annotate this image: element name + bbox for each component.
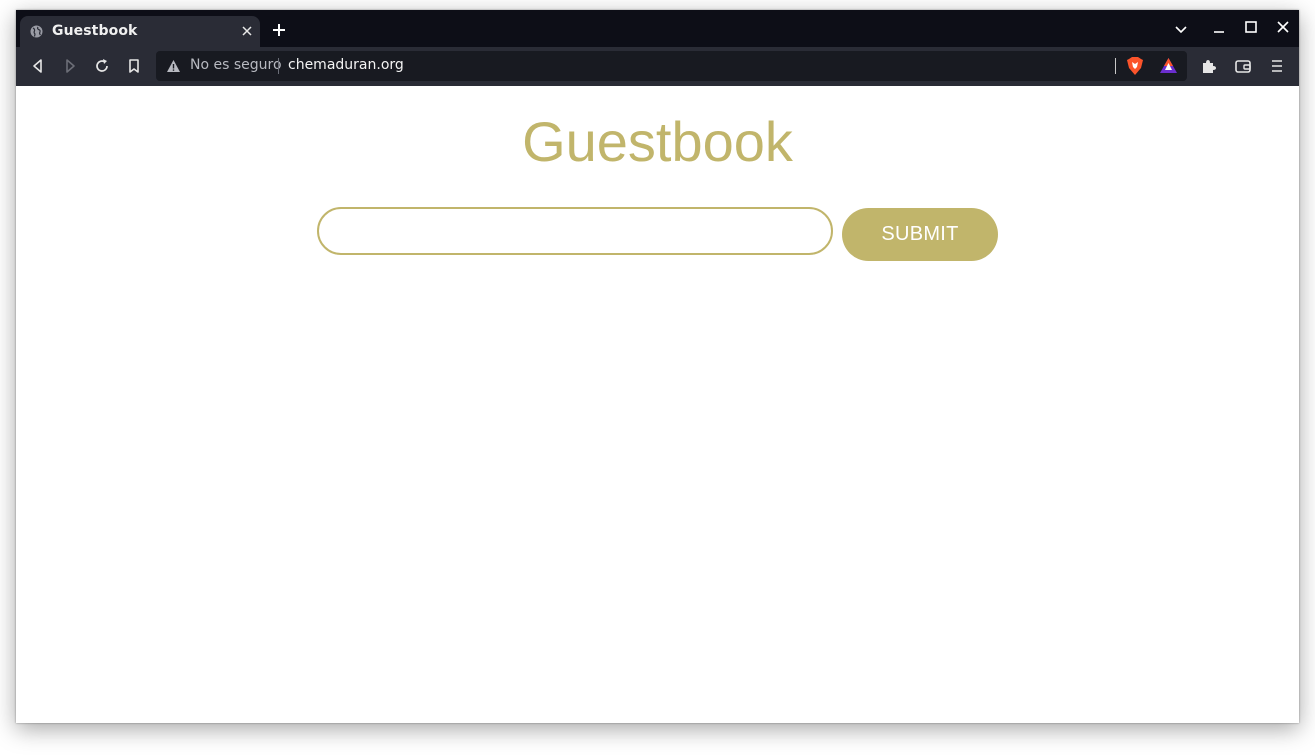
hamburger-menu-icon xyxy=(1272,60,1282,72)
globe-icon xyxy=(30,25,43,38)
maximize-icon xyxy=(1245,21,1257,33)
page-title: Guestbook xyxy=(522,110,793,173)
minimize-button[interactable] xyxy=(1212,22,1226,36)
close-icon[interactable] xyxy=(240,24,254,38)
puzzle-icon xyxy=(1203,60,1216,73)
toolbar: No es seguro chemaduran.org xyxy=(16,47,1299,86)
security-status[interactable]: No es seguro xyxy=(190,57,282,73)
reload-button[interactable] xyxy=(93,57,111,75)
wallet-icon xyxy=(1235,60,1251,73)
page-content: Guestbook SUBMIT xyxy=(16,86,1299,723)
bookmark-button[interactable] xyxy=(125,57,143,75)
browser-window: Guestbook No es seguro chemaduran.org Gu… xyxy=(16,10,1299,723)
extensions-button[interactable] xyxy=(1200,57,1218,75)
brave-shields-icon[interactable] xyxy=(1126,56,1144,76)
new-tab-button[interactable] xyxy=(272,23,286,37)
submit-button[interactable]: SUBMIT xyxy=(842,208,998,261)
brave-rewards-icon[interactable] xyxy=(1159,57,1178,75)
back-icon xyxy=(33,59,42,73)
warning-icon[interactable] xyxy=(166,59,181,73)
wallet-button[interactable] xyxy=(1234,57,1252,75)
tab-guestbook[interactable]: Guestbook xyxy=(20,16,260,47)
guestbook-input[interactable] xyxy=(317,207,833,255)
url-divider xyxy=(278,58,279,74)
url-right-divider xyxy=(1115,58,1116,74)
close-icon xyxy=(1277,21,1289,33)
forward-button[interactable] xyxy=(61,57,79,75)
back-button[interactable] xyxy=(29,57,47,75)
url-text[interactable]: chemaduran.org xyxy=(288,57,404,73)
close-window-button[interactable] xyxy=(1276,20,1290,34)
address-bar[interactable]: No es seguro chemaduran.org xyxy=(156,51,1187,81)
bookmark-icon xyxy=(129,59,139,73)
reload-icon xyxy=(96,59,108,72)
plus-icon xyxy=(273,24,285,36)
maximize-button[interactable] xyxy=(1244,20,1258,34)
tab-search-button[interactable] xyxy=(1174,22,1188,36)
minimize-icon xyxy=(1214,31,1224,33)
tab-title: Guestbook xyxy=(52,23,138,39)
tab-strip: Guestbook xyxy=(16,10,1299,47)
chevron-down-icon xyxy=(1175,26,1187,34)
menu-button[interactable] xyxy=(1268,57,1286,75)
forward-icon xyxy=(66,59,75,73)
